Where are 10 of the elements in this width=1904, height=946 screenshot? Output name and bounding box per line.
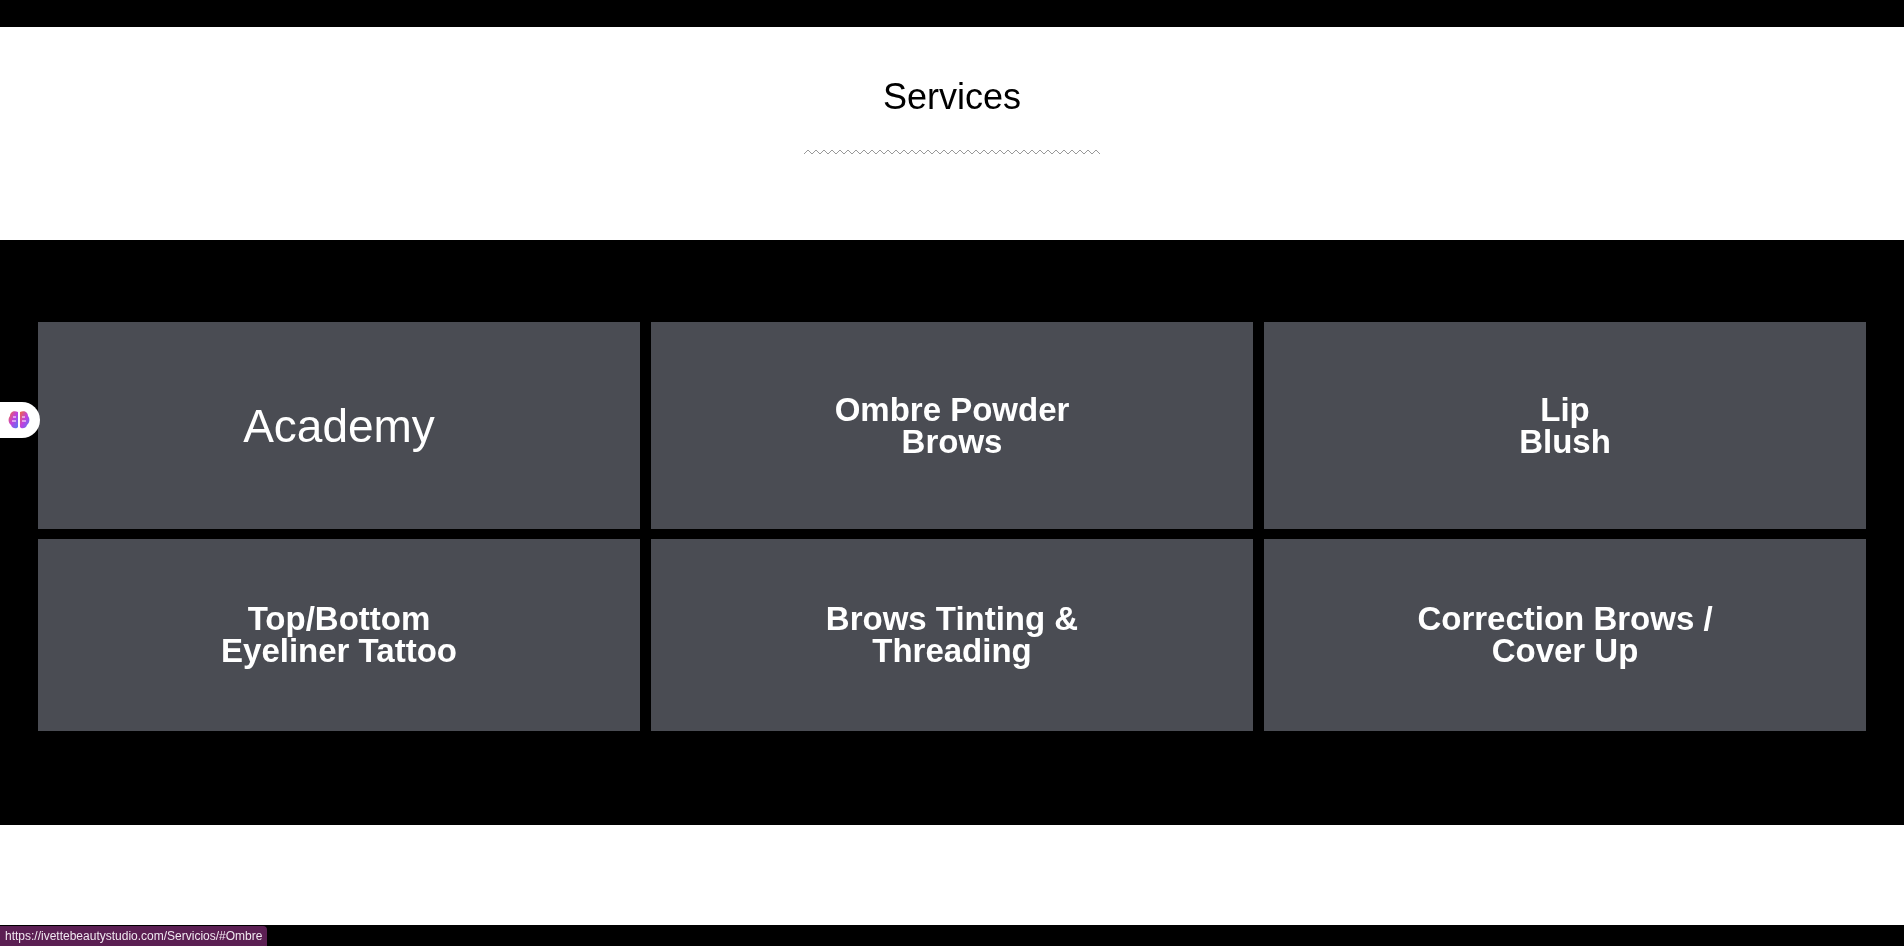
service-card[interactable]: Correction Brows / Cover Up bbox=[1264, 539, 1866, 731]
service-card[interactable]: Ombre Powder Brows bbox=[651, 322, 1253, 529]
section-title: Services bbox=[882, 75, 1021, 119]
service-card[interactable]: Lip Blush bbox=[1264, 322, 1866, 529]
service-card[interactable]: Brows Tinting & Threading bbox=[651, 539, 1253, 731]
link-preview-url: https://ivettebeautystudio.com/Servicios/#Ombre bbox=[0, 926, 268, 946]
floating-brain-button[interactable] bbox=[0, 402, 40, 438]
service-card[interactable]: Top/Bottom Eyeliner Tattoo bbox=[38, 539, 640, 731]
service-card[interactable]: Academy bbox=[38, 322, 640, 529]
brain-icon bbox=[8, 410, 30, 430]
